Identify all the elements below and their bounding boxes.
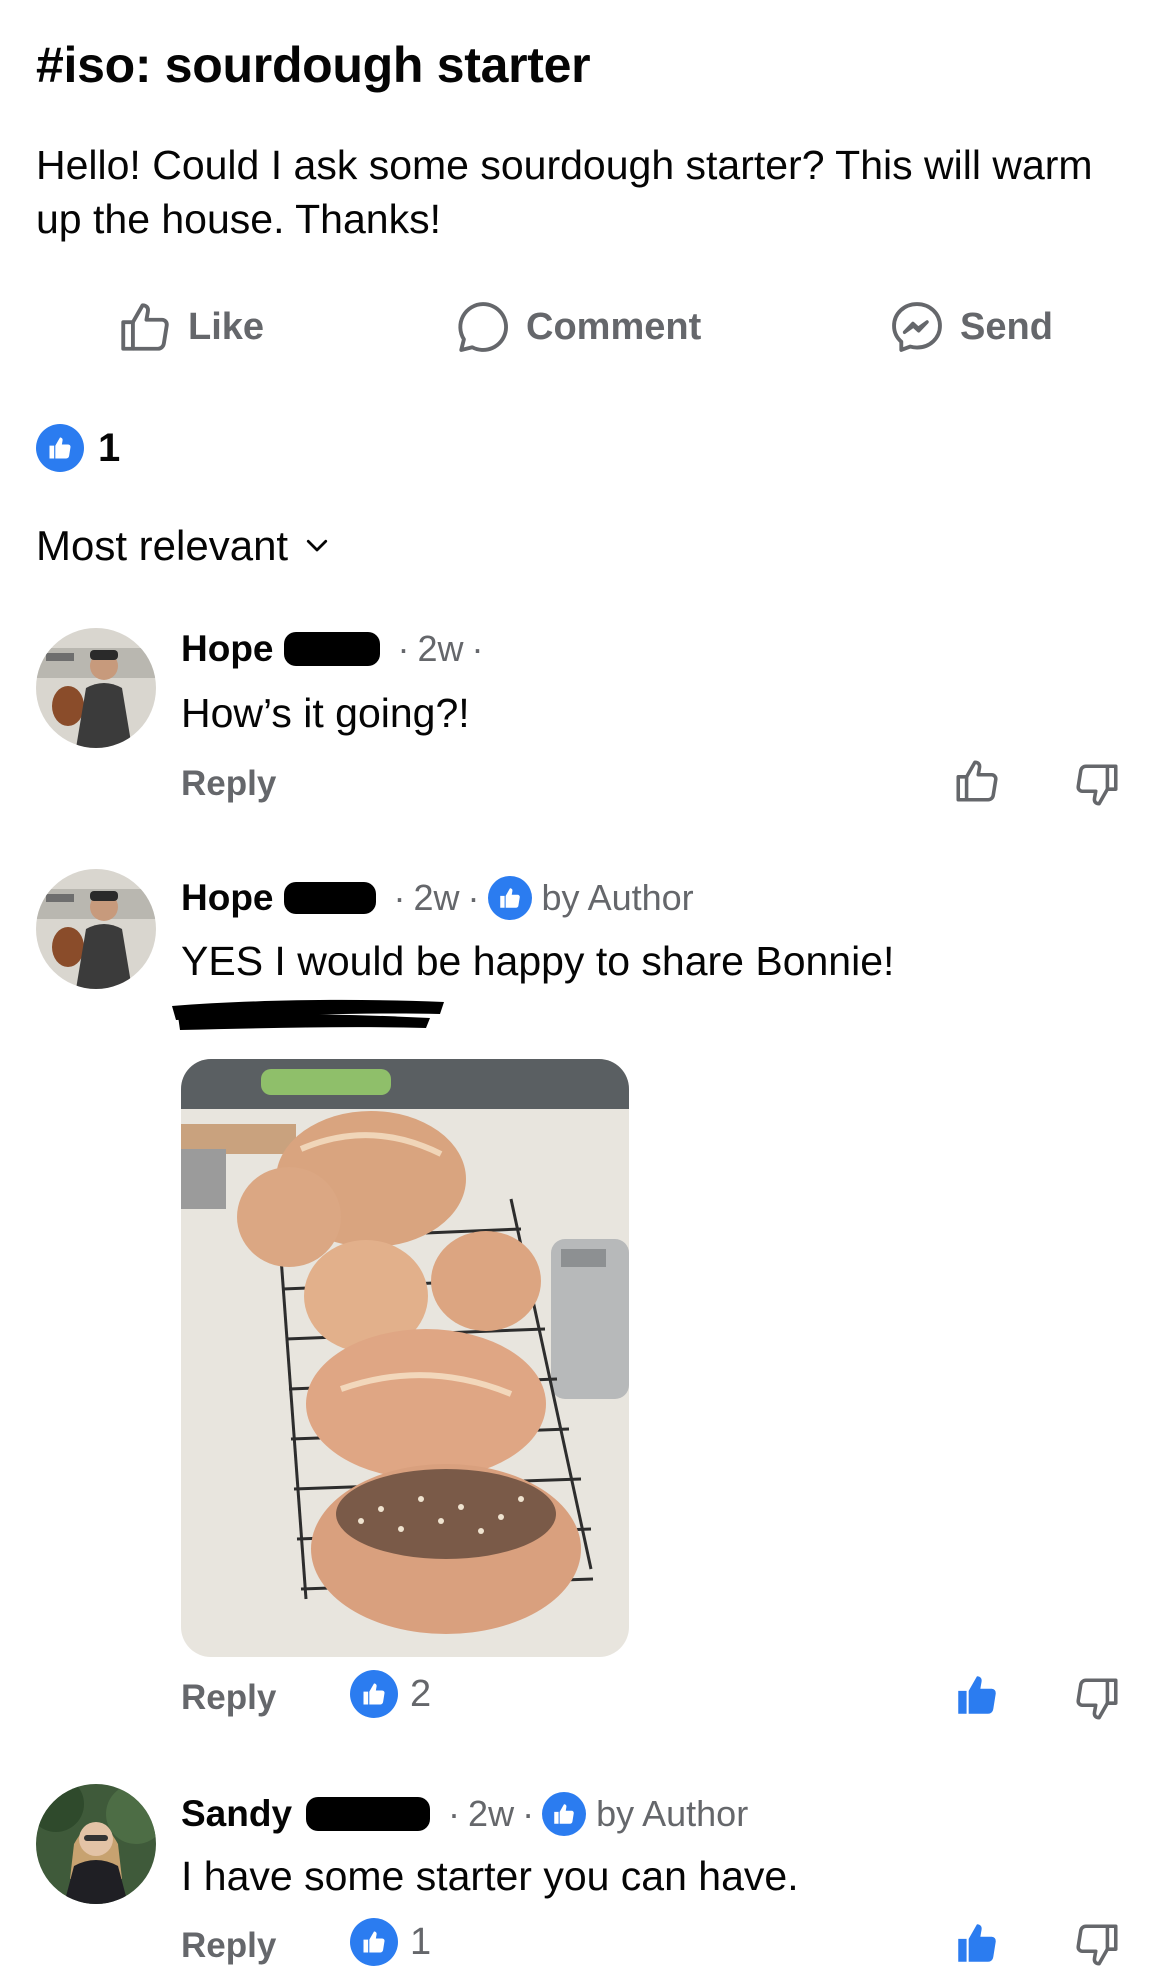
reply-button[interactable]: Reply	[181, 1926, 276, 1966]
sort-label: Most relevant	[36, 522, 289, 569]
post-body: Hello! Could I ask some sourdough starte…	[36, 142, 1093, 242]
like-reaction-icon	[542, 1792, 587, 1836]
comment-bubble-icon	[454, 298, 512, 356]
by-author-label: by Author	[541, 877, 694, 918]
sort-dropdown[interactable]: Most relevant	[36, 522, 332, 570]
post-title: #iso: sourdough starter	[36, 37, 591, 93]
comment-author[interactable]: Hope	[181, 877, 274, 919]
thumbs-up-icon[interactable]	[952, 1918, 1002, 1973]
reactions-summary[interactable]: 1	[36, 424, 120, 472]
comment-author[interactable]: Sandy	[181, 1793, 292, 1835]
like-button[interactable]: Like	[116, 292, 264, 362]
comment-meta: Hope · 2w ·	[181, 628, 484, 670]
comment-button[interactable]: Comment	[454, 292, 701, 362]
reply-button[interactable]: Reply	[181, 1678, 276, 1718]
like-count: 1	[410, 1920, 432, 1963]
like-reaction-icon	[350, 1918, 398, 1966]
comment-time: 2w	[468, 1793, 515, 1834]
by-author-label: by Author	[596, 1793, 749, 1834]
bread-photo[interactable]	[181, 1059, 629, 1657]
thumbs-up-icon[interactable]	[952, 756, 1002, 811]
avatar[interactable]	[36, 628, 156, 748]
send-label: Send	[960, 305, 1053, 348]
comment-time: 2w	[413, 877, 460, 918]
thumbs-up-icon[interactable]	[952, 1670, 1002, 1725]
redacted-scribble	[168, 994, 448, 1041]
like-reaction-icon	[487, 876, 532, 920]
messenger-icon	[888, 298, 946, 356]
comment-author[interactable]: Hope	[181, 628, 274, 670]
redacted-name	[283, 632, 380, 666]
comment-time: 2w	[417, 628, 464, 669]
reaction-count: 1	[98, 425, 121, 470]
comment-like-count[interactable]: 1	[350, 1918, 431, 1966]
comment-meta: Hope · 2w · by Author	[181, 876, 694, 920]
avatar[interactable]	[36, 869, 156, 989]
comment-label: Comment	[526, 305, 702, 348]
comment-text: YES I would be happy to share Bonnie!	[181, 938, 895, 984]
comment-text: How’s it going?!	[181, 690, 470, 736]
comment-like-count[interactable]: 2	[350, 1670, 431, 1718]
author-badge: by Author	[542, 1792, 748, 1836]
reply-button[interactable]: Reply	[181, 764, 276, 804]
like-reaction-icon	[350, 1670, 398, 1718]
chevron-down-icon	[302, 522, 332, 570]
comment-text: I have some starter you can have.	[181, 1853, 799, 1899]
redacted-name	[283, 882, 376, 914]
like-count: 2	[410, 1672, 432, 1715]
avatar[interactable]	[36, 1784, 156, 1904]
redacted-name	[306, 1797, 431, 1831]
thumbs-down-icon[interactable]	[1072, 1920, 1122, 1975]
thumbs-up-icon	[116, 298, 174, 356]
author-badge: by Author	[487, 876, 694, 920]
comment-meta: Sandy · 2w · by Author	[181, 1792, 749, 1836]
thumbs-down-icon[interactable]	[1072, 1674, 1122, 1729]
like-label: Like	[188, 305, 265, 348]
like-reaction-icon	[36, 424, 84, 472]
send-button[interactable]: Send	[888, 292, 1053, 362]
thumbs-down-icon[interactable]	[1072, 760, 1122, 815]
